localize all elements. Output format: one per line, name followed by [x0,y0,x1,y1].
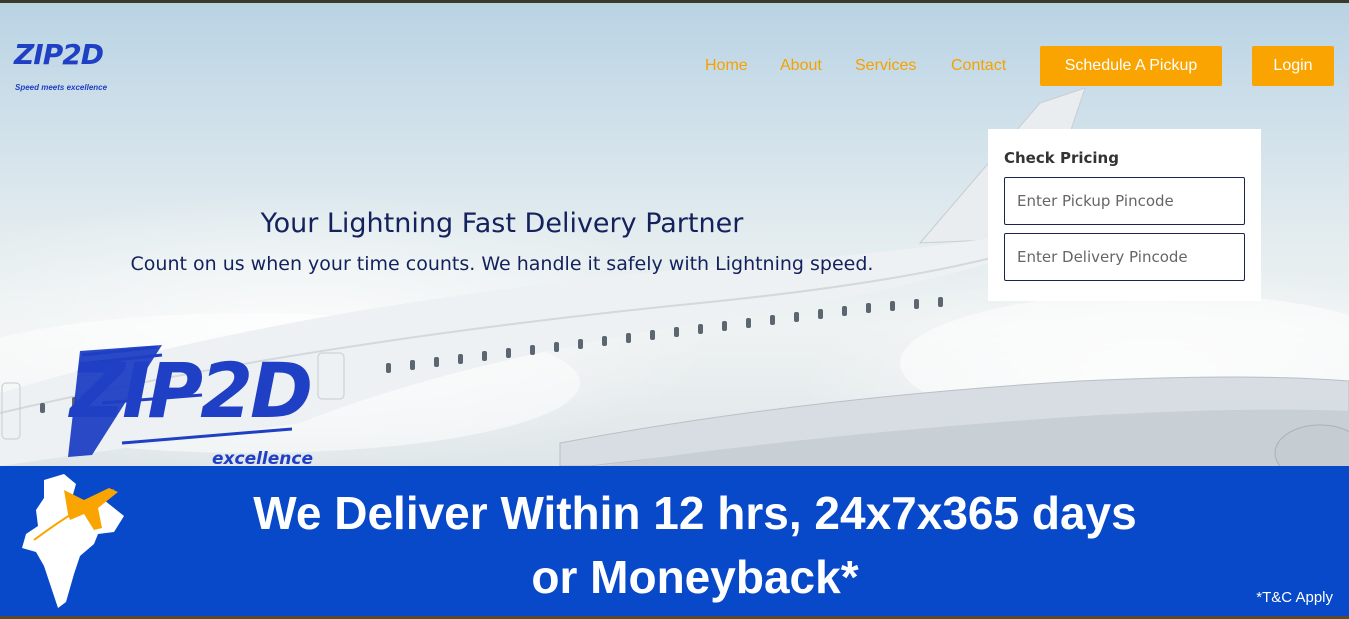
login-button[interactable]: Login [1252,46,1334,86]
big-logo-wordmark: ZIP2D [70,346,313,435]
nav-about-link[interactable]: About [780,57,822,75]
terms-apply-note: *T&C Apply [1256,589,1333,606]
check-pricing-panel: Check Pricing [988,129,1261,301]
schedule-pickup-button[interactable]: Schedule A Pickup [1040,46,1222,86]
check-pricing-title: Check Pricing [1004,149,1119,167]
nav-services-link[interactable]: Services [855,57,916,75]
delivery-pincode-input[interactable] [1004,233,1245,281]
big-logo-tagline: excellence [212,449,313,466]
hero-big-logo: ZIP2D excellence [62,343,322,466]
banner-moneyback: or Moneyback* [531,551,859,603]
main-nav: Home About Services Contact Schedule A P… [0,46,1349,86]
nav-home-link[interactable]: Home [705,57,748,75]
hero-section: ZIP2D Speed meets excellence Home About … [0,3,1349,466]
banner-headline: We Deliver Within 12 hrs, 24x7x365 days [253,487,1137,539]
nav-contact-link[interactable]: Contact [951,57,1006,75]
hero-headline: Your Lightning Fast Delivery Partner [260,208,744,239]
hero-subheadline: Count on us when your time counts. We ha… [130,253,874,275]
delivery-promise-banner: We Deliver Within 12 hrs, 24x7x365 days … [0,466,1349,616]
pickup-pincode-input[interactable] [1004,177,1245,225]
